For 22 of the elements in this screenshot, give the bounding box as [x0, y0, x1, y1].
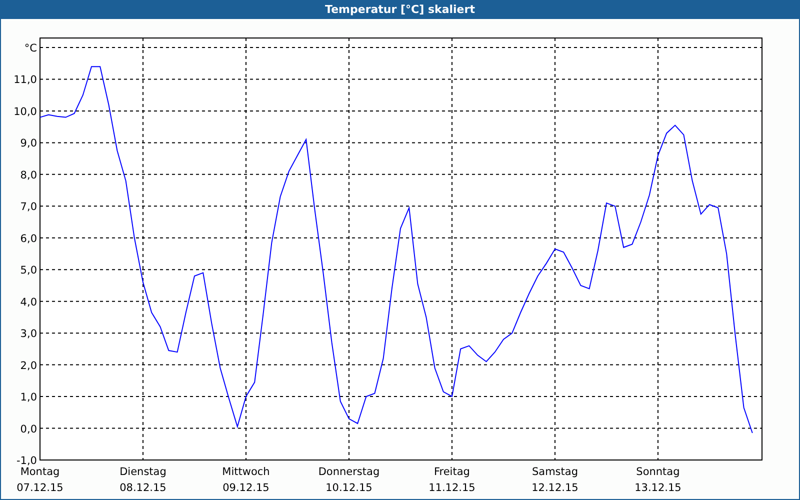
- x-tick-label: Dienstag 08.12.15: [120, 466, 166, 494]
- y-tick-label: 9,0: [20, 138, 37, 150]
- x-tick-label: Donnerstag 10.12.15: [318, 466, 380, 494]
- unit-label: °C: [24, 42, 37, 55]
- y-tick-label: 1,0: [20, 392, 37, 404]
- x-tick-label: Freitag 11.12.15: [428, 466, 476, 494]
- x-tick-label: Samstag 12.12.15: [532, 466, 578, 494]
- y-tick-label: 5,0: [20, 264, 37, 277]
- y-tick-label: 8,0: [20, 169, 37, 182]
- window-title: Temperatur [°C] skaliert: [325, 3, 475, 16]
- x-tick-label: Montag 07.12.15: [16, 466, 64, 494]
- x-tick-label: Mittwoch 09.12.15: [222, 466, 270, 494]
- y-tick-label: 3,0: [20, 328, 37, 340]
- y-tick-label: 4,0: [20, 296, 37, 308]
- y-tick-label: 2,0: [20, 360, 37, 372]
- y-tick-label: -1,0: [16, 455, 37, 467]
- y-tick-label: 7,0: [20, 201, 37, 214]
- y-tick-label: 11,0: [14, 74, 37, 86]
- y-tick-label: 0,0: [20, 423, 37, 436]
- y-tick-label: 6,0: [20, 232, 37, 245]
- y-tick-label: 10,0: [14, 106, 37, 118]
- x-tick-label: Sonntag 13.12.15: [634, 466, 682, 494]
